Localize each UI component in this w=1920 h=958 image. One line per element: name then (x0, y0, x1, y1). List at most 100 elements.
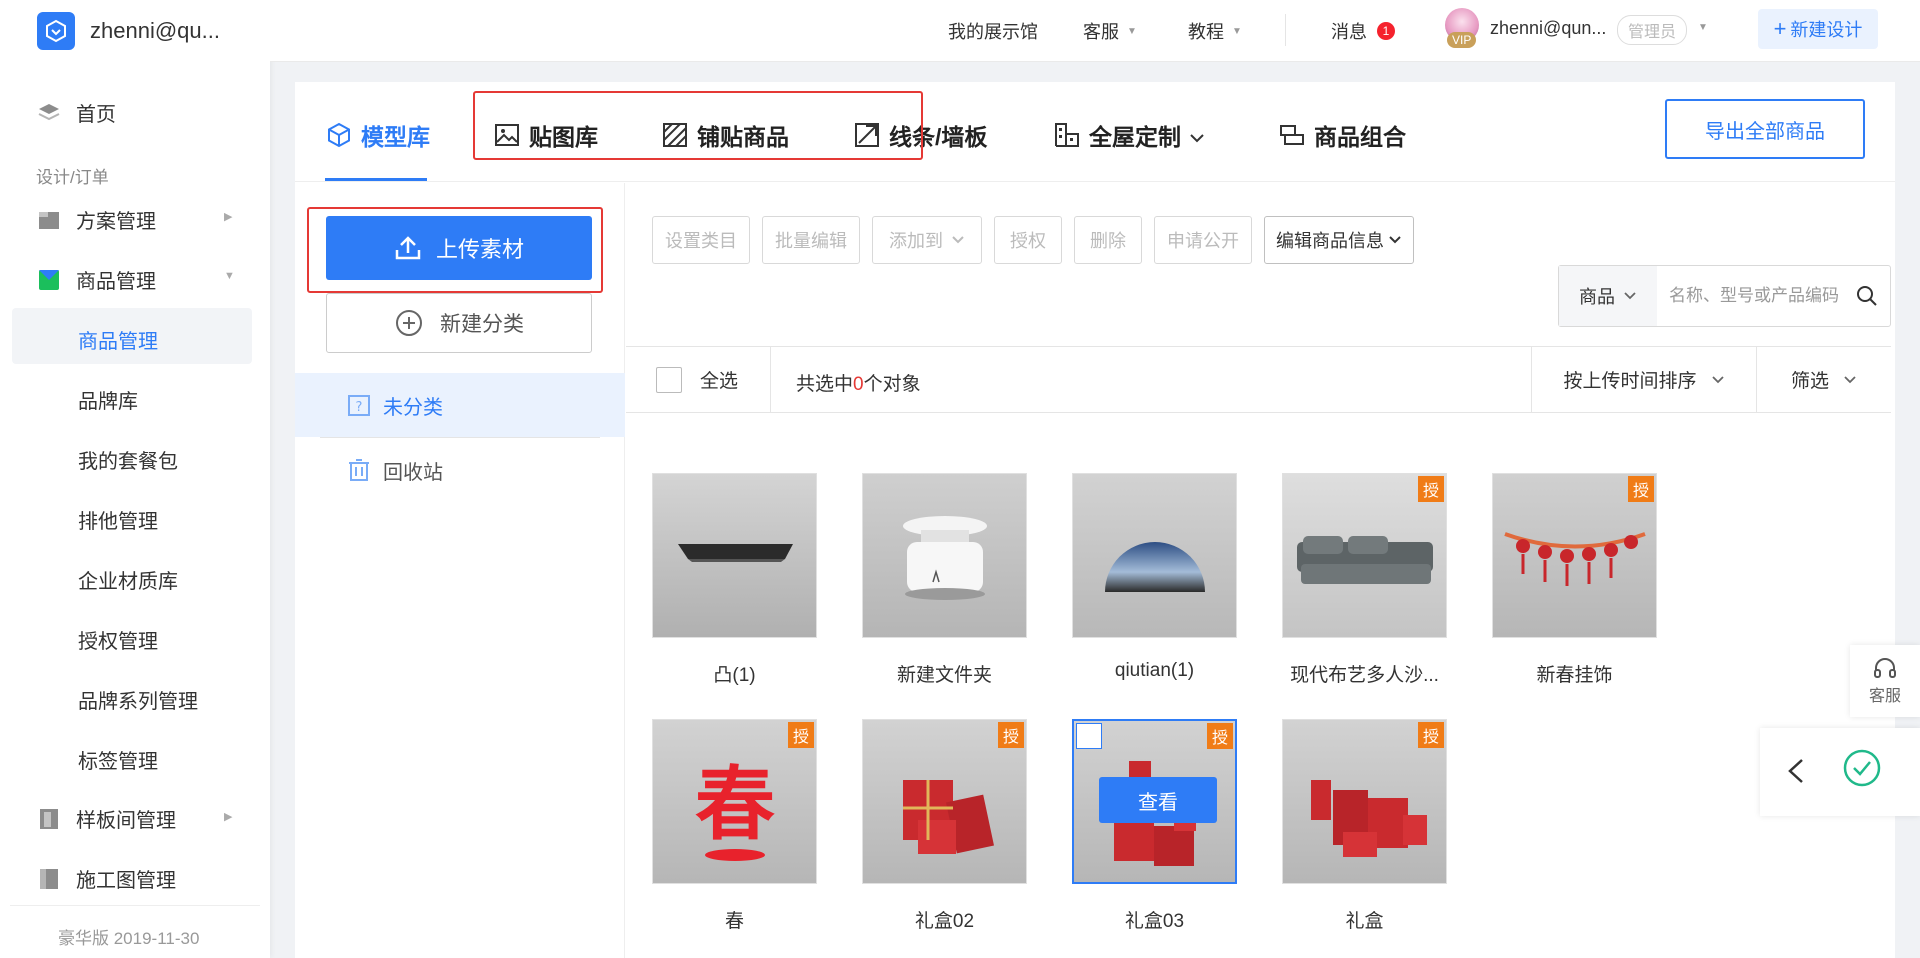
check-circle-icon[interactable] (1842, 748, 1882, 793)
combo-icon (1278, 121, 1306, 149)
chevron-down-icon (1624, 292, 1636, 300)
nav-product-management[interactable]: 商品管理 (36, 265, 156, 294)
tab-whole-house[interactable]: 全屋定制 (1053, 118, 1205, 152)
category-label: 未分类 (383, 396, 443, 419)
product-thumbnail[interactable]: 春 授 (652, 719, 817, 884)
top-header: 我的展示馆 客服 ▼ 教程 ▼ 消息 1 VIP zhenni@qun... 管… (270, 0, 1920, 62)
sub-item-brand-series[interactable]: 品牌系列管理 (78, 685, 198, 714)
search-icon[interactable] (1856, 285, 1878, 307)
brand[interactable]: zhenni@qu... (37, 12, 220, 50)
question-folder-icon: ? (347, 393, 371, 417)
card-checkbox[interactable] (1076, 723, 1102, 749)
product-icon (36, 268, 62, 292)
search-type-label: 商品 (1579, 287, 1615, 307)
product-card[interactable]: 凸(1) (652, 473, 817, 687)
tutorial-menu[interactable]: 教程 ▼ (1188, 18, 1242, 44)
product-card[interactable]: 新建文件夹 (862, 473, 1027, 687)
sub-item-tag-management[interactable]: 标签管理 (78, 745, 158, 774)
select-all-checkbox[interactable]: 全选 (656, 366, 738, 393)
role-tag: 管理员 (1617, 15, 1688, 45)
delete-button[interactable]: 删除 (1074, 216, 1142, 264)
sidebar: zhenni@qu... 首页 设计/订单 方案管理 ▶ 商品管理 ▼ 商品管理… (0, 0, 270, 958)
product-thumbnail[interactable]: 授 (1492, 473, 1657, 638)
select-all-label: 全选 (700, 371, 739, 392)
category-uncategorized[interactable]: ? 未分类 (295, 373, 625, 437)
door-icon (36, 807, 62, 831)
apply-public-button[interactable]: 申请公开 (1154, 216, 1252, 264)
my-gallery-link[interactable]: 我的展示馆 (948, 18, 1038, 44)
service-menu[interactable]: 客服 ▼ (1083, 18, 1137, 44)
product-name: 春 (724, 911, 744, 932)
category-recycle-bin[interactable]: 回收站 (295, 438, 625, 502)
active-tab-indicator (325, 178, 427, 181)
product-content: 设置类目 批量编辑 添加到 授权 删除 申请公开 编辑商品信息 商品 全 (626, 183, 1895, 958)
chevron-down-icon (1844, 375, 1856, 383)
sub-item-product-management[interactable]: 商品管理 (78, 325, 158, 354)
selection-divider (770, 347, 771, 412)
export-all-button[interactable]: 导出全部商品 (1665, 99, 1865, 159)
product-card[interactable]: 春 授 春 (652, 719, 817, 933)
main-panel: 模型库 贴图库 铺贴商品 线条/墙板 全屋定制 商品组合 导出全部商品 上传素材… (295, 82, 1895, 958)
product-card[interactable]: qiutian(1) (1072, 473, 1237, 682)
messages-label: 消息 (1331, 22, 1367, 42)
sub-item-exclusive-management[interactable]: 排他管理 (78, 505, 158, 534)
batch-edit-button[interactable]: 批量编辑 (762, 216, 860, 264)
sub-item-brand-library[interactable]: 品牌库 (78, 385, 138, 414)
building-icon (1053, 121, 1081, 149)
product-name: 现代布艺多人沙... (1290, 665, 1439, 686)
product-thumbnail[interactable]: 授 (1282, 473, 1447, 638)
nav-product-label: 商品管理 (76, 271, 156, 293)
product-card[interactable]: 授 现代布艺多人沙... (1282, 473, 1447, 687)
caret-right-icon: ▶ (224, 811, 233, 823)
filter-dropdown[interactable]: 筛选 (1756, 347, 1891, 412)
product-thumbnail[interactable] (1072, 473, 1237, 638)
user-name[interactable]: zhenni@qun... (1490, 18, 1606, 39)
caret-down-icon[interactable]: ▼ (1698, 22, 1708, 33)
authorize-button[interactable]: 授权 (994, 216, 1062, 264)
sub-item-material-library[interactable]: 企业材质库 (78, 565, 178, 594)
new-design-button[interactable]: + 新建设计 (1758, 9, 1878, 49)
product-name: qiutian(1) (1114, 660, 1195, 681)
add-to-button[interactable]: 添加到 (872, 216, 982, 264)
book-icon (36, 867, 62, 891)
floating-service-label: 客服 (1868, 688, 1901, 705)
product-card[interactable]: 授 查看 礼盒03 (1072, 719, 1237, 933)
product-thumbnail[interactable]: 授 (1282, 719, 1447, 884)
floating-toolbar (1760, 728, 1920, 816)
sub-item-my-packages[interactable]: 我的套餐包 (78, 445, 178, 474)
caret-down-icon: ▼ (1232, 25, 1242, 37)
edit-info-label: 编辑商品信息 (1276, 231, 1384, 251)
authorized-badge: 授 (788, 722, 814, 748)
nav-home[interactable]: 首页 (36, 98, 116, 127)
product-card[interactable]: 授 礼盒 (1282, 719, 1447, 933)
selection-count: 共选中0个对象 (796, 369, 921, 396)
sort-dropdown[interactable]: 按上传时间排序 (1531, 347, 1756, 412)
avatar[interactable]: VIP (1445, 8, 1483, 50)
product-thumbnail[interactable] (862, 473, 1027, 638)
nav-scheme-management[interactable]: 方案管理 (36, 205, 156, 234)
search-input[interactable] (1657, 276, 1852, 316)
tab-product-combo[interactable]: 商品组合 (1278, 118, 1406, 152)
product-thumbnail[interactable] (652, 473, 817, 638)
view-button[interactable]: 查看 (1099, 777, 1217, 823)
product-thumbnail[interactable]: 授 (862, 719, 1027, 884)
set-category-button[interactable]: 设置类目 (652, 216, 750, 264)
product-card[interactable]: 授 礼盒02 (862, 719, 1027, 933)
search-box: 商品 (1558, 265, 1891, 327)
search-type-select[interactable]: 商品 (1559, 266, 1657, 326)
chevron-left-icon[interactable] (1784, 756, 1808, 791)
product-thumbnail[interactable]: 授 查看 (1072, 719, 1237, 884)
product-card[interactable]: 授 新春挂饰 (1492, 473, 1657, 687)
floating-service-button[interactable]: 客服 (1850, 645, 1920, 717)
edit-product-info-button[interactable]: 编辑商品信息 (1264, 216, 1414, 264)
sub-item-authorization-management[interactable]: 授权管理 (78, 625, 158, 654)
new-category-button[interactable]: 新建分类 (326, 293, 592, 353)
messages-link[interactable]: 消息 1 (1331, 18, 1395, 44)
checkbox[interactable] (656, 366, 682, 393)
nav-drawing-management[interactable]: 施工图管理 (36, 864, 176, 893)
product-name: 凸(1) (713, 665, 756, 686)
tab-model-library[interactable]: 模型库 (325, 118, 430, 152)
count-suffix: 个对象 (863, 374, 921, 395)
new-category-label: 新建分类 (440, 313, 524, 336)
nav-showroom-management[interactable]: 样板间管理 (36, 804, 176, 833)
